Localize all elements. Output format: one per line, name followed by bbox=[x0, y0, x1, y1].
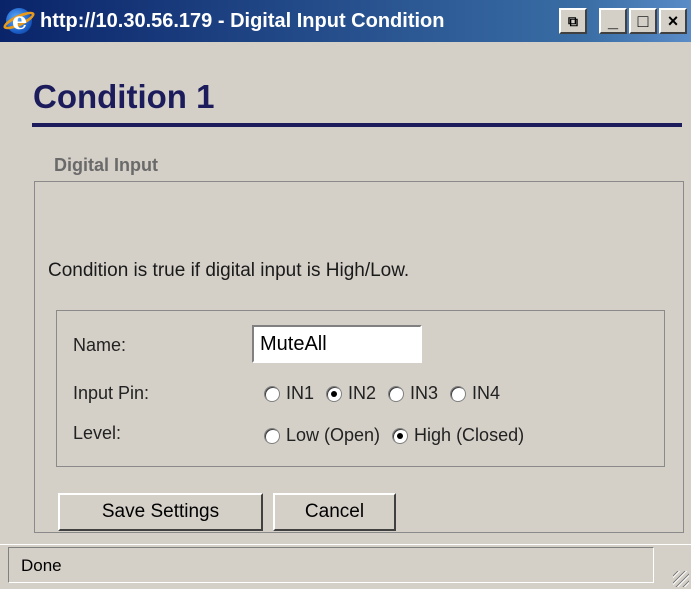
radio-high[interactable] bbox=[392, 427, 409, 444]
input-pin-radio-group: IN1 IN2 IN3 IN4 bbox=[264, 383, 512, 404]
digital-input-fieldset: Condition is true if digital input is Hi… bbox=[34, 181, 684, 533]
radio-label-high: High (Closed) bbox=[414, 425, 525, 445]
popout-icon[interactable]: ⧉ bbox=[559, 8, 587, 34]
input-pin-label: Input Pin: bbox=[73, 383, 150, 403]
radio-label-low: Low (Open) bbox=[286, 425, 381, 445]
cancel-button[interactable]: Cancel bbox=[273, 493, 396, 531]
window-title: http://10.30.56.179 - Digital Input Cond… bbox=[40, 9, 445, 32]
status-bar: Done bbox=[0, 544, 691, 589]
section-legend: Digital Input bbox=[54, 155, 158, 175]
input-pin-option-in2[interactable]: IN2 bbox=[326, 383, 376, 404]
input-pin-option-in4[interactable]: IN4 bbox=[450, 383, 500, 404]
maximize-icon[interactable]: □ bbox=[629, 8, 657, 34]
level-option-high[interactable]: High (Closed) bbox=[392, 425, 524, 446]
input-pin-option-in3[interactable]: IN3 bbox=[388, 383, 438, 404]
radio-in3[interactable] bbox=[388, 385, 405, 402]
close-icon[interactable]: × bbox=[659, 8, 687, 34]
page-title: Condition 1 bbox=[33, 78, 215, 115]
window-titlebar[interactable]: http://10.30.56.179 - Digital Input Cond… bbox=[0, 0, 691, 42]
radio-label-in4: IN4 bbox=[472, 383, 501, 403]
radio-label-in1: IN1 bbox=[286, 383, 315, 403]
radio-in4[interactable] bbox=[450, 385, 467, 402]
name-label: Name: bbox=[73, 335, 127, 355]
level-option-low[interactable]: Low (Open) bbox=[264, 425, 380, 446]
radio-in2[interactable] bbox=[326, 385, 343, 402]
status-text: Done bbox=[8, 547, 654, 583]
radio-low[interactable] bbox=[264, 427, 280, 444]
condition-description: Condition is true if digital input is Hi… bbox=[48, 260, 410, 281]
ie-icon[interactable] bbox=[6, 6, 32, 35]
radio-label-in3: IN3 bbox=[410, 383, 439, 403]
radio-label-in2: IN2 bbox=[348, 383, 377, 403]
title-underline bbox=[32, 123, 682, 127]
name-input[interactable] bbox=[252, 325, 422, 363]
level-label: Level: bbox=[73, 423, 122, 443]
page-content: Condition 1 Digital Input Condition is t… bbox=[6, 42, 687, 544]
level-radio-group: Low (Open) High (Closed) bbox=[264, 425, 536, 446]
radio-in1[interactable] bbox=[264, 385, 280, 402]
resize-grip-icon[interactable] bbox=[673, 571, 689, 587]
condition-form: Name: Input Pin: IN1 IN2 IN3 IN4 bbox=[56, 310, 665, 467]
save-settings-button[interactable]: Save Settings bbox=[58, 493, 263, 531]
minimize-icon[interactable]: _ bbox=[599, 8, 627, 34]
input-pin-option-in1[interactable]: IN1 bbox=[264, 383, 314, 404]
